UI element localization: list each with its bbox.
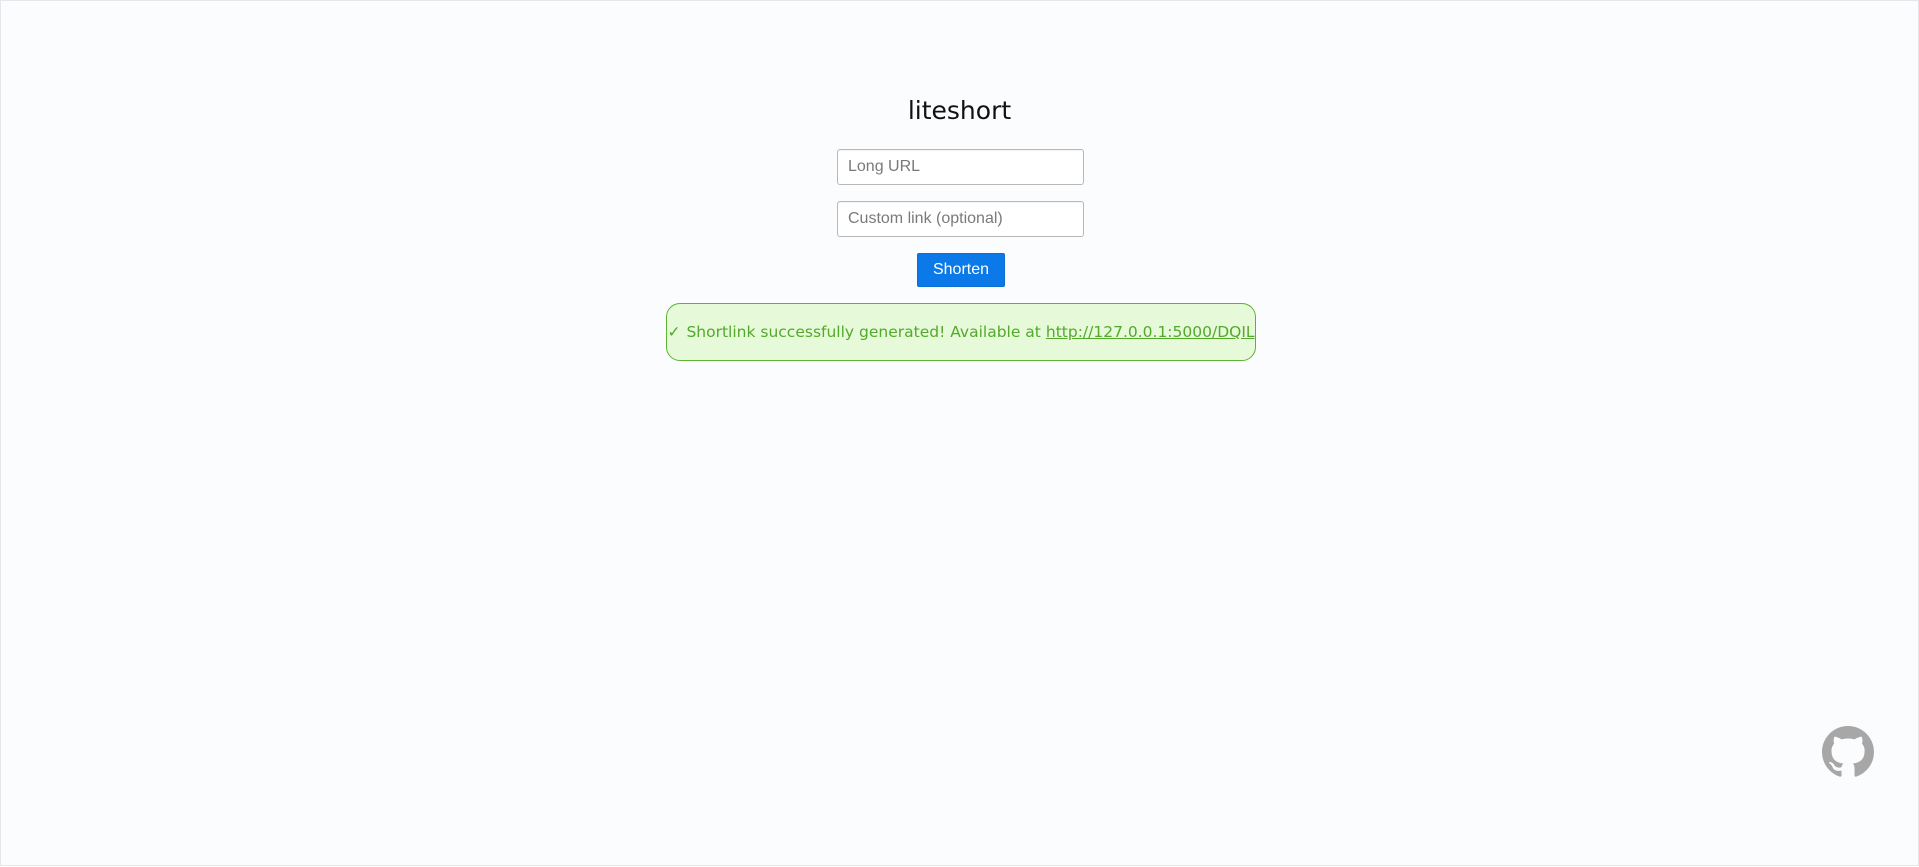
- github-icon[interactable]: [1822, 726, 1874, 778]
- long-url-input[interactable]: [837, 149, 1084, 185]
- page: liteshort Shorten ✓ Shortlink successful…: [0, 0, 1919, 866]
- check-icon: ✓: [667, 323, 681, 341]
- custom-link-input[interactable]: [837, 201, 1084, 237]
- shortlink-link[interactable]: http://127.0.0.1:5000/DQIL: [1046, 323, 1255, 341]
- app-title: liteshort: [907, 96, 1012, 125]
- success-alert: ✓ Shortlink successfully generated! Avai…: [666, 303, 1256, 361]
- shorten-button[interactable]: Shorten: [917, 253, 1005, 287]
- github-icon-svg: [1822, 726, 1874, 777]
- alert-message: Shortlink successfully generated! Availa…: [686, 323, 1041, 341]
